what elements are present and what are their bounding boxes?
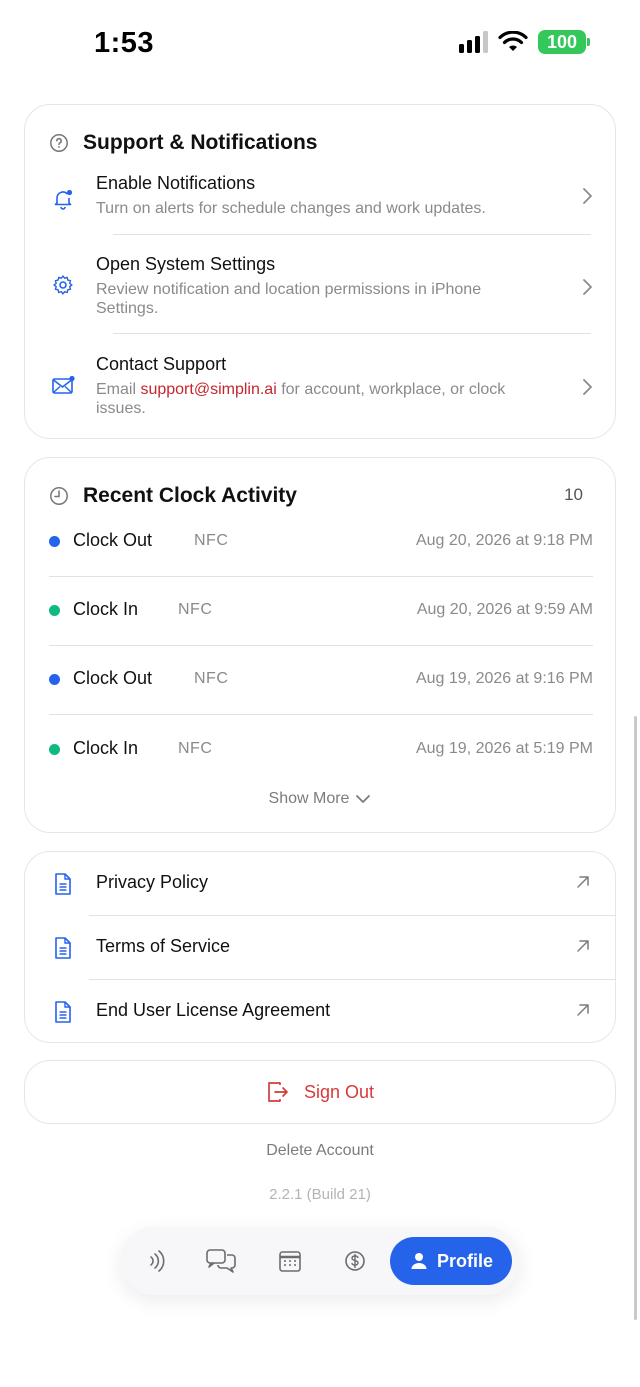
show-more-label: Show More [268,790,350,807]
sign-out-icon [268,1082,288,1102]
activity-method: NFC [194,532,229,549]
battery-indicator: 100 [538,30,590,54]
activity-row: Clock In NFC Aug 20, 2026 at 9:59 AM [49,577,593,645]
activity-time: Aug 19, 2026 at 9:16 PM [415,670,593,687]
activity-header: Recent Clock Activity [49,484,297,508]
nfc-icon[interactable] [138,1247,168,1275]
activity-action: Clock Out [73,668,153,688]
eula-label: End User License Agreement [96,1000,331,1020]
terms-of-service-label: Terms of Service [96,936,231,956]
status-icons: 100 [459,30,590,54]
show-more-button[interactable]: Show More [25,790,615,808]
gear-icon [53,275,73,295]
activity-time: Aug 20, 2026 at 9:59 AM [416,601,593,618]
activity-action: Clock Out [73,530,153,550]
activity-method: NFC [178,740,213,757]
open-system-settings-title: Open System Settings [96,254,276,274]
wifi-icon [498,31,528,51]
document-icon [55,873,71,895]
sign-out-button[interactable]: Sign Out [24,1060,616,1124]
divider [113,333,591,334]
open-system-settings-item[interactable]: Open System Settings Review notification… [25,252,615,336]
delete-account-button[interactable]: Delete Account [0,1142,640,1160]
scrollbar[interactable] [634,716,637,1320]
enable-notifications-title: Enable Notifications [96,173,256,193]
activity-row: Clock In NFC Aug 19, 2026 at 5:19 PM [49,716,593,784]
dollar-icon[interactable] [340,1247,370,1275]
clock-out-dot [49,674,60,685]
contact-desc-prefix: Email [96,381,141,398]
enable-notifications-desc: Turn on alerts for schedule changes and … [96,200,486,217]
tab-profile[interactable]: Profile [390,1237,512,1285]
chat-icon[interactable] [205,1247,237,1275]
eula-link[interactable]: End User License Agreement [25,980,615,1044]
document-icon [55,1001,71,1023]
activity-action: Clock In [73,738,139,758]
tab-profile-label: Profile [436,1250,493,1271]
document-icon [55,937,71,959]
external-link-arrow-icon [577,1004,589,1016]
chevron-right-icon [583,279,592,295]
tab-bar: Profile [120,1227,520,1295]
activity-method: NFC [194,670,229,687]
terms-of-service-link[interactable]: Terms of Service [25,916,615,980]
support-title: Support & Notifications [83,131,318,154]
privacy-policy-label: Privacy Policy [96,872,209,892]
person-icon [411,1253,427,1269]
support-email-link[interactable]: support@simplin.ai [140,381,276,398]
cellular-signal-icon [459,31,488,53]
chevron-right-icon [583,379,592,395]
contact-support-item[interactable]: Contact Support Email support@simplin.ai… [25,352,615,436]
activity-time: Aug 20, 2026 at 9:18 PM [415,532,593,549]
clock-in-dot [49,744,60,755]
open-system-settings-desc: Review notification and location permiss… [96,281,482,317]
clock-out-dot [49,536,60,547]
divider [113,234,591,235]
row-divider [49,714,593,715]
activity-time: Aug 19, 2026 at 5:19 PM [415,740,593,757]
legal-links-card: Privacy Policy Terms of Service End User… [24,851,616,1043]
support-notifications-card: Support & Notifications Enable Notificat… [24,104,616,439]
bell-icon [54,189,73,210]
status-bar: 1:53 100 [0,0,640,90]
status-time: 1:53 [94,27,155,59]
external-link-arrow-icon [577,876,589,888]
chevron-down-icon [356,794,371,803]
activity-row: Clock Out NFC Aug 20, 2026 at 9:18 PM [49,508,593,576]
activity-row: Clock Out NFC Aug 19, 2026 at 9:16 PM [49,646,593,714]
chevron-right-icon [583,188,592,204]
activity-count: 10 [564,485,583,504]
contact-support-title: Contact Support [96,354,227,374]
external-link-arrow-icon [577,940,589,952]
activity-method: NFC [178,601,213,618]
clock-in-dot [49,605,60,616]
app-version: 2.2.1 (Build 21) [269,1186,371,1203]
support-header: Support & Notifications [49,131,318,155]
recent-clock-activity-card: Recent Clock Activity 10 Clock Out NFC A… [24,457,616,833]
enable-notifications-item[interactable]: Enable Notifications Turn on alerts for … [25,171,615,235]
clock-icon [50,487,68,505]
calendar-icon[interactable] [275,1247,305,1275]
help-circle-icon [50,134,68,152]
privacy-policy-link[interactable]: Privacy Policy [25,852,615,916]
sign-out-label: Sign Out [303,1081,375,1102]
activity-action: Clock In [73,599,139,619]
contact-support-desc: Email support@simplin.ai for account, wo… [96,380,516,418]
sign-out-content: Sign Out [25,1061,615,1123]
mail-icon [52,375,75,394]
activity-title: Recent Clock Activity [83,484,297,507]
